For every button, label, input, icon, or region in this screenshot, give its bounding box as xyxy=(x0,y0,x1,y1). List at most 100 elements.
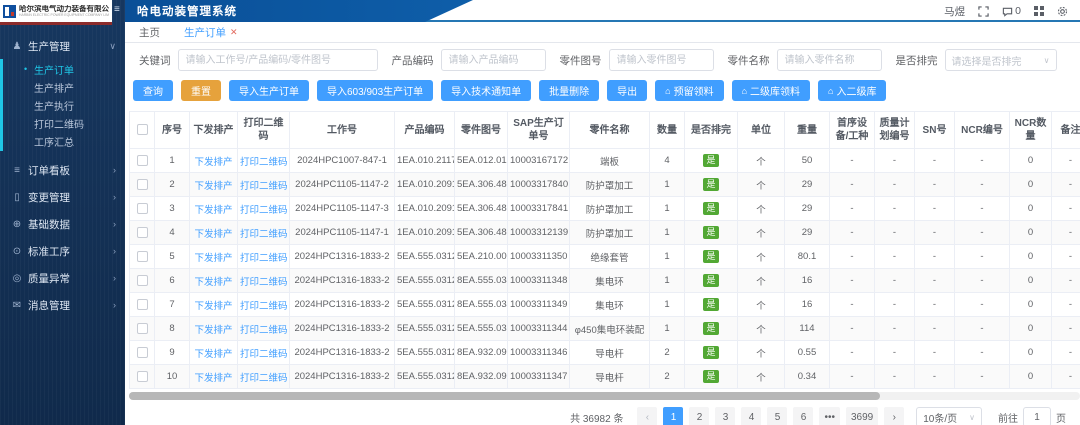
issue-scheduling-link[interactable]: 下发排产 xyxy=(194,181,232,192)
print-qr-link[interactable]: 打印二维码 xyxy=(240,157,288,168)
query-button[interactable]: 查询 xyxy=(133,80,173,101)
goto-page-input[interactable] xyxy=(1023,407,1051,425)
page-button-2[interactable]: 2 xyxy=(689,407,709,425)
row-checkbox[interactable] xyxy=(137,251,148,262)
batch-delete-button[interactable]: 批量删除 xyxy=(539,80,599,101)
issue-scheduling-link[interactable]: 下发排产 xyxy=(194,253,232,264)
issue-scheduling-link[interactable]: 下发排产 xyxy=(194,205,232,216)
tab-home[interactable]: 主页 xyxy=(139,25,160,40)
row-checkbox[interactable] xyxy=(137,155,148,166)
row-checkbox[interactable] xyxy=(137,323,148,334)
tab-close-icon[interactable]: ✕ xyxy=(230,27,238,38)
cell-print: 打印二维码 xyxy=(238,149,290,173)
issue-scheduling-link[interactable]: 下发排产 xyxy=(194,325,232,336)
row-checkbox[interactable] xyxy=(137,179,148,190)
gear-icon[interactable] xyxy=(1057,6,1068,17)
cell-quality-plan: - xyxy=(875,173,915,197)
row-checkbox[interactable] xyxy=(137,347,148,358)
issue-scheduling-link[interactable]: 下发排产 xyxy=(194,349,232,360)
page-button-1[interactable]: 1 xyxy=(663,407,683,425)
cell-sap-no: 10003311350 xyxy=(508,245,570,269)
message-bell[interactable]: 0 xyxy=(1002,5,1021,17)
sidebar-item-change[interactable]: ▯变更管理› xyxy=(0,184,125,210)
filter-input-product[interactable] xyxy=(441,49,546,71)
sidebar-subitem-execution[interactable]: 生产执行 xyxy=(3,96,125,114)
row-checkbox[interactable] xyxy=(137,275,148,286)
print-qr-link[interactable]: 打印二维码 xyxy=(240,373,288,384)
issue-scheduling-link[interactable]: 下发排产 xyxy=(194,157,232,168)
cell-quality-plan: - xyxy=(875,341,915,365)
cell-weight: 80.1 xyxy=(785,245,830,269)
column-header-15: NCR编号 xyxy=(955,112,1010,149)
page-size-select[interactable]: 10条/页 ∨ xyxy=(916,407,982,425)
issue-scheduling-link[interactable]: 下发排产 xyxy=(194,277,232,288)
tab-production-orders[interactable]: 生产订单 ✕ xyxy=(184,25,238,40)
sidebar-item-basedata[interactable]: ⊕基础数据› xyxy=(0,211,125,237)
reset-button[interactable]: 重置 xyxy=(181,80,221,101)
sidebar-collapse-icon[interactable]: ≡ xyxy=(114,4,120,15)
filter-input-part_no[interactable] xyxy=(609,49,714,71)
apps-grid-icon[interactable] xyxy=(1034,6,1044,16)
print-qr-link[interactable]: 打印二维码 xyxy=(240,253,288,264)
prev-page-button[interactable]: ‹ xyxy=(637,407,657,425)
row-checkbox[interactable] xyxy=(137,299,148,310)
column-header-4: 产品编码 xyxy=(395,112,455,149)
fullscreen-icon[interactable] xyxy=(978,6,989,17)
print-qr-link[interactable]: 打印二维码 xyxy=(240,325,288,336)
print-qr-link[interactable]: 打印二维码 xyxy=(240,277,288,288)
message-icon: ✉ xyxy=(10,300,24,311)
sidebar-item-process[interactable]: ⊙标准工序› xyxy=(0,238,125,264)
issue-scheduling-link[interactable]: 下发排产 xyxy=(194,373,232,384)
export-button[interactable]: 导出 xyxy=(607,80,647,101)
cell-weight: 50 xyxy=(785,149,830,173)
scheduled-badge: 是 xyxy=(703,154,718,167)
next-page-button[interactable]: › xyxy=(884,407,904,425)
sidebar-subitem-print-qr[interactable]: 打印二维码 xyxy=(3,114,125,132)
sidebar-subitem-scheduling[interactable]: 生产排产 xyxy=(3,78,125,96)
issue-scheduling-link[interactable]: 下发排产 xyxy=(194,301,232,312)
page-more-button[interactable]: ••• xyxy=(819,407,840,425)
import-tech-notice-button[interactable]: 导入技术通知单 xyxy=(441,80,531,101)
column-header-16: NCR数量 xyxy=(1010,112,1052,149)
print-qr-link[interactable]: 打印二维码 xyxy=(240,301,288,312)
print-qr-link[interactable]: 打印二维码 xyxy=(240,349,288,360)
sidebar-item-production[interactable]: ♟生产管理∨ xyxy=(0,34,125,58)
reserve-picking-button[interactable]: ⌂预留领料 xyxy=(655,80,723,101)
cell-ncr-qty: 0 xyxy=(1010,245,1052,269)
print-qr-link[interactable]: 打印二维码 xyxy=(240,229,288,240)
issue-scheduling-link[interactable]: 下发排产 xyxy=(194,229,232,240)
cell-sn: - xyxy=(915,197,955,221)
cell-scheduled: 是 xyxy=(685,197,738,221)
page-button-3[interactable]: 3 xyxy=(715,407,735,425)
filter-input-part_name[interactable] xyxy=(777,49,882,71)
sidebar-item-message[interactable]: ✉消息管理› xyxy=(0,292,125,318)
select-all-checkbox[interactable] xyxy=(137,124,148,135)
tab-production-orders-label: 生产订单 xyxy=(184,25,226,40)
l2-inbound-button[interactable]: ⌂入二级库 xyxy=(818,80,886,101)
filter-select-scheduled[interactable]: 请选择是否排完∨ xyxy=(945,49,1057,71)
row-checkbox[interactable] xyxy=(137,203,148,214)
page-button-6[interactable]: 6 xyxy=(793,407,813,425)
cell-first-equip: - xyxy=(830,245,875,269)
row-checkbox[interactable] xyxy=(137,371,148,382)
cell-print: 打印二维码 xyxy=(238,269,290,293)
cell-ncr-qty: 0 xyxy=(1010,293,1052,317)
row-checkbox[interactable] xyxy=(137,227,148,238)
import-order-button[interactable]: 导入生产订单 xyxy=(229,80,309,101)
column-header-9: 是否排完 xyxy=(685,112,738,149)
filter-input-keyword[interactable] xyxy=(178,49,378,71)
sidebar-item-kanban[interactable]: ≡订单看板› xyxy=(0,157,125,183)
user-name[interactable]: 马煜 xyxy=(944,4,965,19)
page-button-4[interactable]: 4 xyxy=(741,407,761,425)
sidebar-subitem-orders[interactable]: •生产订单 xyxy=(3,60,125,78)
page-button-5[interactable]: 5 xyxy=(767,407,787,425)
sidebar-subitem-process-summary[interactable]: 工序汇总 xyxy=(3,132,125,150)
page-button-3699[interactable]: 3699 xyxy=(846,407,878,425)
scrollbar-thumb[interactable] xyxy=(129,392,880,400)
sidebar-item-quality[interactable]: ◎质量异常› xyxy=(0,265,125,291)
warehouse-icon: ⌂ xyxy=(665,86,670,96)
import-603-903-button[interactable]: 导入603/903生产订单 xyxy=(317,80,433,101)
print-qr-link[interactable]: 打印二维码 xyxy=(240,181,288,192)
l2-picking-button[interactable]: ⌂二级库领料 xyxy=(732,80,810,101)
print-qr-link[interactable]: 打印二维码 xyxy=(240,205,288,216)
